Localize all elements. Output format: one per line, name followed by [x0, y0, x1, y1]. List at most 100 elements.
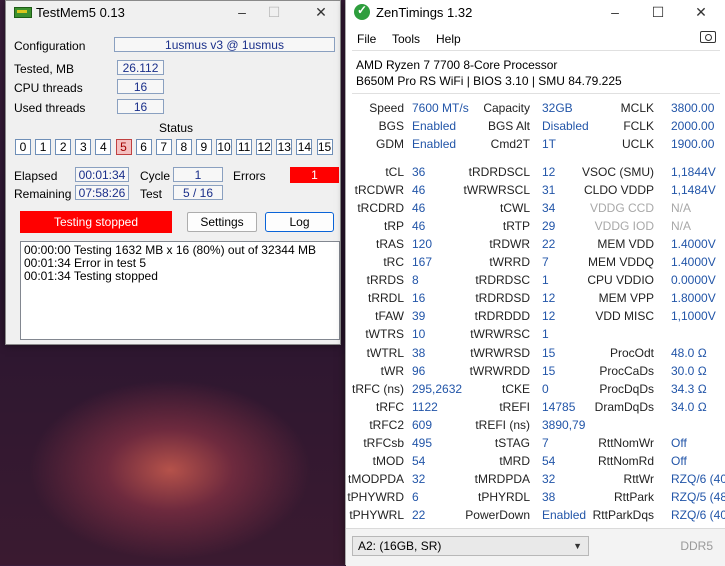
timing-label: tPHYWRD	[347, 489, 404, 504]
timing-label: RttNomWr	[598, 435, 654, 450]
timing-label: tWRWRSC	[470, 327, 530, 342]
timing-value: Off	[671, 435, 687, 450]
timing-label: BGS	[378, 119, 404, 133]
minimize-icon[interactable]: –	[600, 3, 630, 21]
timing-label: tCL	[385, 165, 404, 179]
timing-value: 38	[412, 345, 426, 360]
timing-label: tWR	[380, 363, 404, 378]
timing-label: tRDRDDD	[474, 309, 530, 324]
cpu-threads-value: 16	[117, 79, 164, 94]
maximize-icon: ☐	[267, 4, 281, 20]
timing-value: 8	[412, 273, 419, 288]
divider	[352, 93, 720, 94]
timing-value: Enabled	[412, 137, 457, 151]
timing-label: tWRRD	[489, 255, 530, 270]
test-indicator: 6	[135, 139, 152, 155]
timing-label: MEM VDD	[597, 237, 654, 252]
timing-value: 1.4000V	[671, 237, 716, 252]
timing-value: 1	[542, 327, 549, 342]
timing-label: tWRWRSCL	[463, 183, 530, 198]
test-indicator: 11	[236, 139, 253, 155]
close-icon[interactable]: ✕	[306, 3, 336, 21]
timing-label: tCWL	[500, 201, 530, 216]
used-threads-value: 16	[117, 99, 164, 114]
menu-help[interactable]: Help	[436, 32, 461, 46]
testmem5-titlebar[interactable]: TestMem5 0.13 – ☐ ✕	[6, 1, 340, 23]
timing-label: RttNomRd	[597, 453, 654, 468]
test-indicator: 2	[55, 139, 72, 155]
timing-label: tREFI	[499, 399, 530, 414]
board-info: B650M Pro RS WiFi | BIOS 3.10 | SMU 84.7…	[356, 74, 622, 88]
timing-value: RZQ/6 (40)	[671, 507, 725, 522]
dimm-select[interactable]: A2: (16GB, SR) ▼	[352, 536, 589, 556]
minimize-icon[interactable]: –	[227, 3, 257, 21]
timing-value: 0	[542, 381, 549, 396]
timing-value: 2000.00	[671, 119, 715, 133]
cycle-value: 1	[173, 167, 223, 182]
test-indicator: 10	[216, 139, 232, 155]
timing-label: tRDRDSCL	[468, 165, 530, 179]
log-button[interactable]: Log	[265, 212, 334, 232]
timing-value: 46	[412, 219, 426, 234]
settings-button[interactable]: Settings	[187, 212, 257, 232]
remaining-value: 07:58:26	[75, 185, 129, 200]
timing-value: 46	[412, 183, 426, 198]
cycle-label: Cycle	[140, 169, 171, 183]
timing-label: UCLK	[621, 137, 654, 151]
timing-value: Enabled	[542, 507, 587, 522]
status-bar: A2: (16GB, SR) ▼ DDR5	[346, 528, 725, 566]
timing-label: tREFI (ns)	[475, 417, 530, 432]
timing-label: CPU VDDIO	[587, 273, 654, 288]
timing-value: 96	[412, 363, 426, 378]
timing-label: tMODPDA	[347, 471, 404, 486]
timing-value: 34.0 Ω	[671, 399, 707, 414]
timing-value: 38	[542, 489, 556, 504]
timing-value: 54	[542, 453, 556, 468]
timing-value: Off	[671, 453, 687, 468]
timing-label: Capacity	[483, 101, 530, 115]
elapsed-value: 00:01:34	[75, 167, 129, 182]
timing-value: 32	[412, 471, 426, 486]
timing-value: 1.8000V	[671, 291, 716, 306]
zentimings-titlebar[interactable]: ZenTimings 1.32 – ☐ ✕	[346, 0, 725, 24]
test-indicator: 0	[15, 139, 31, 155]
elapsed-label: Elapsed	[14, 169, 58, 183]
camera-icon[interactable]	[700, 31, 716, 43]
timing-value: 1900.00	[671, 137, 715, 151]
timing-value: 6	[412, 489, 419, 504]
timing-label: tMOD	[372, 453, 404, 468]
timing-value: 34	[542, 201, 556, 216]
timing-value: N/A	[671, 201, 692, 216]
timing-label: FCLK	[623, 119, 654, 133]
timing-label: tRFC (ns)	[352, 381, 404, 396]
log-textarea[interactable]: 00:00:00 Testing 1632 MB x 16 (80%) out …	[20, 241, 340, 340]
test-indicator: 3	[75, 139, 92, 155]
timing-label: Cmd2T	[490, 137, 530, 151]
timing-value: Disabled	[542, 119, 589, 133]
testmem5-window: TestMem5 0.13 – ☐ ✕ Configuration 1usmus…	[5, 0, 341, 345]
timing-value: N/A	[671, 219, 692, 234]
timing-label: RttWr	[623, 471, 654, 486]
timing-value: 1,1484V	[671, 183, 716, 198]
errors-label: Errors	[233, 169, 266, 183]
timing-value: 7600 MT/s	[412, 101, 469, 115]
timing-label: tRTP	[502, 219, 530, 234]
timing-label: tRDWR	[489, 237, 530, 252]
timing-label: tWRWRDD	[469, 363, 530, 378]
timing-label: tRFCsb	[363, 435, 404, 450]
timing-label: tRDRDSD	[475, 291, 530, 306]
menu-tools[interactable]: Tools	[392, 32, 420, 46]
close-icon[interactable]: ✕	[686, 3, 716, 21]
ram-stick-icon	[14, 7, 32, 18]
timing-label: MCLK	[620, 101, 654, 115]
status-label: Status	[159, 121, 194, 135]
timing-label: GDM	[376, 137, 404, 151]
timing-label: RttParkDqs	[592, 507, 654, 522]
timing-value: 29	[542, 219, 556, 234]
timing-label: Speed	[369, 101, 404, 115]
tested-value: 26.112	[117, 60, 164, 75]
timing-label: tCKE	[501, 381, 530, 396]
maximize-icon[interactable]: ☐	[643, 3, 673, 21]
menu-file[interactable]: File	[357, 32, 376, 46]
timing-value: 22	[412, 507, 426, 522]
